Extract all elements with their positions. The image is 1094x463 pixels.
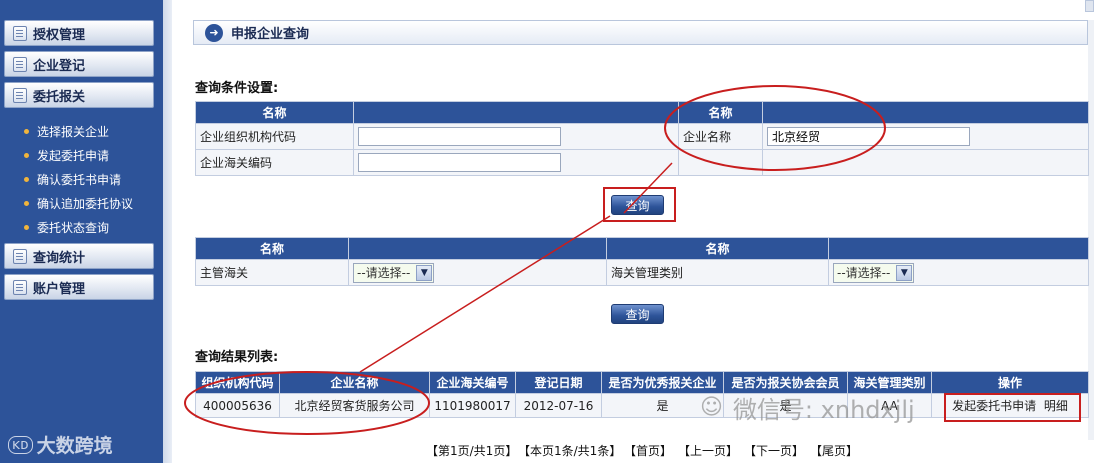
annotation-ellipse-result bbox=[184, 371, 430, 435]
watermark-text: 微信号: xnhdxjlj bbox=[732, 396, 915, 424]
wechat-icon: ☺ bbox=[700, 395, 723, 420]
annotation-line-top bbox=[623, 162, 673, 214]
annotation-line-bottom bbox=[359, 215, 611, 373]
watermark: ☺ 微信号: xnhdxjlj bbox=[700, 390, 915, 425]
annotation-ellipse-company-name bbox=[664, 85, 886, 171]
annotation-overlay bbox=[184, 85, 886, 435]
